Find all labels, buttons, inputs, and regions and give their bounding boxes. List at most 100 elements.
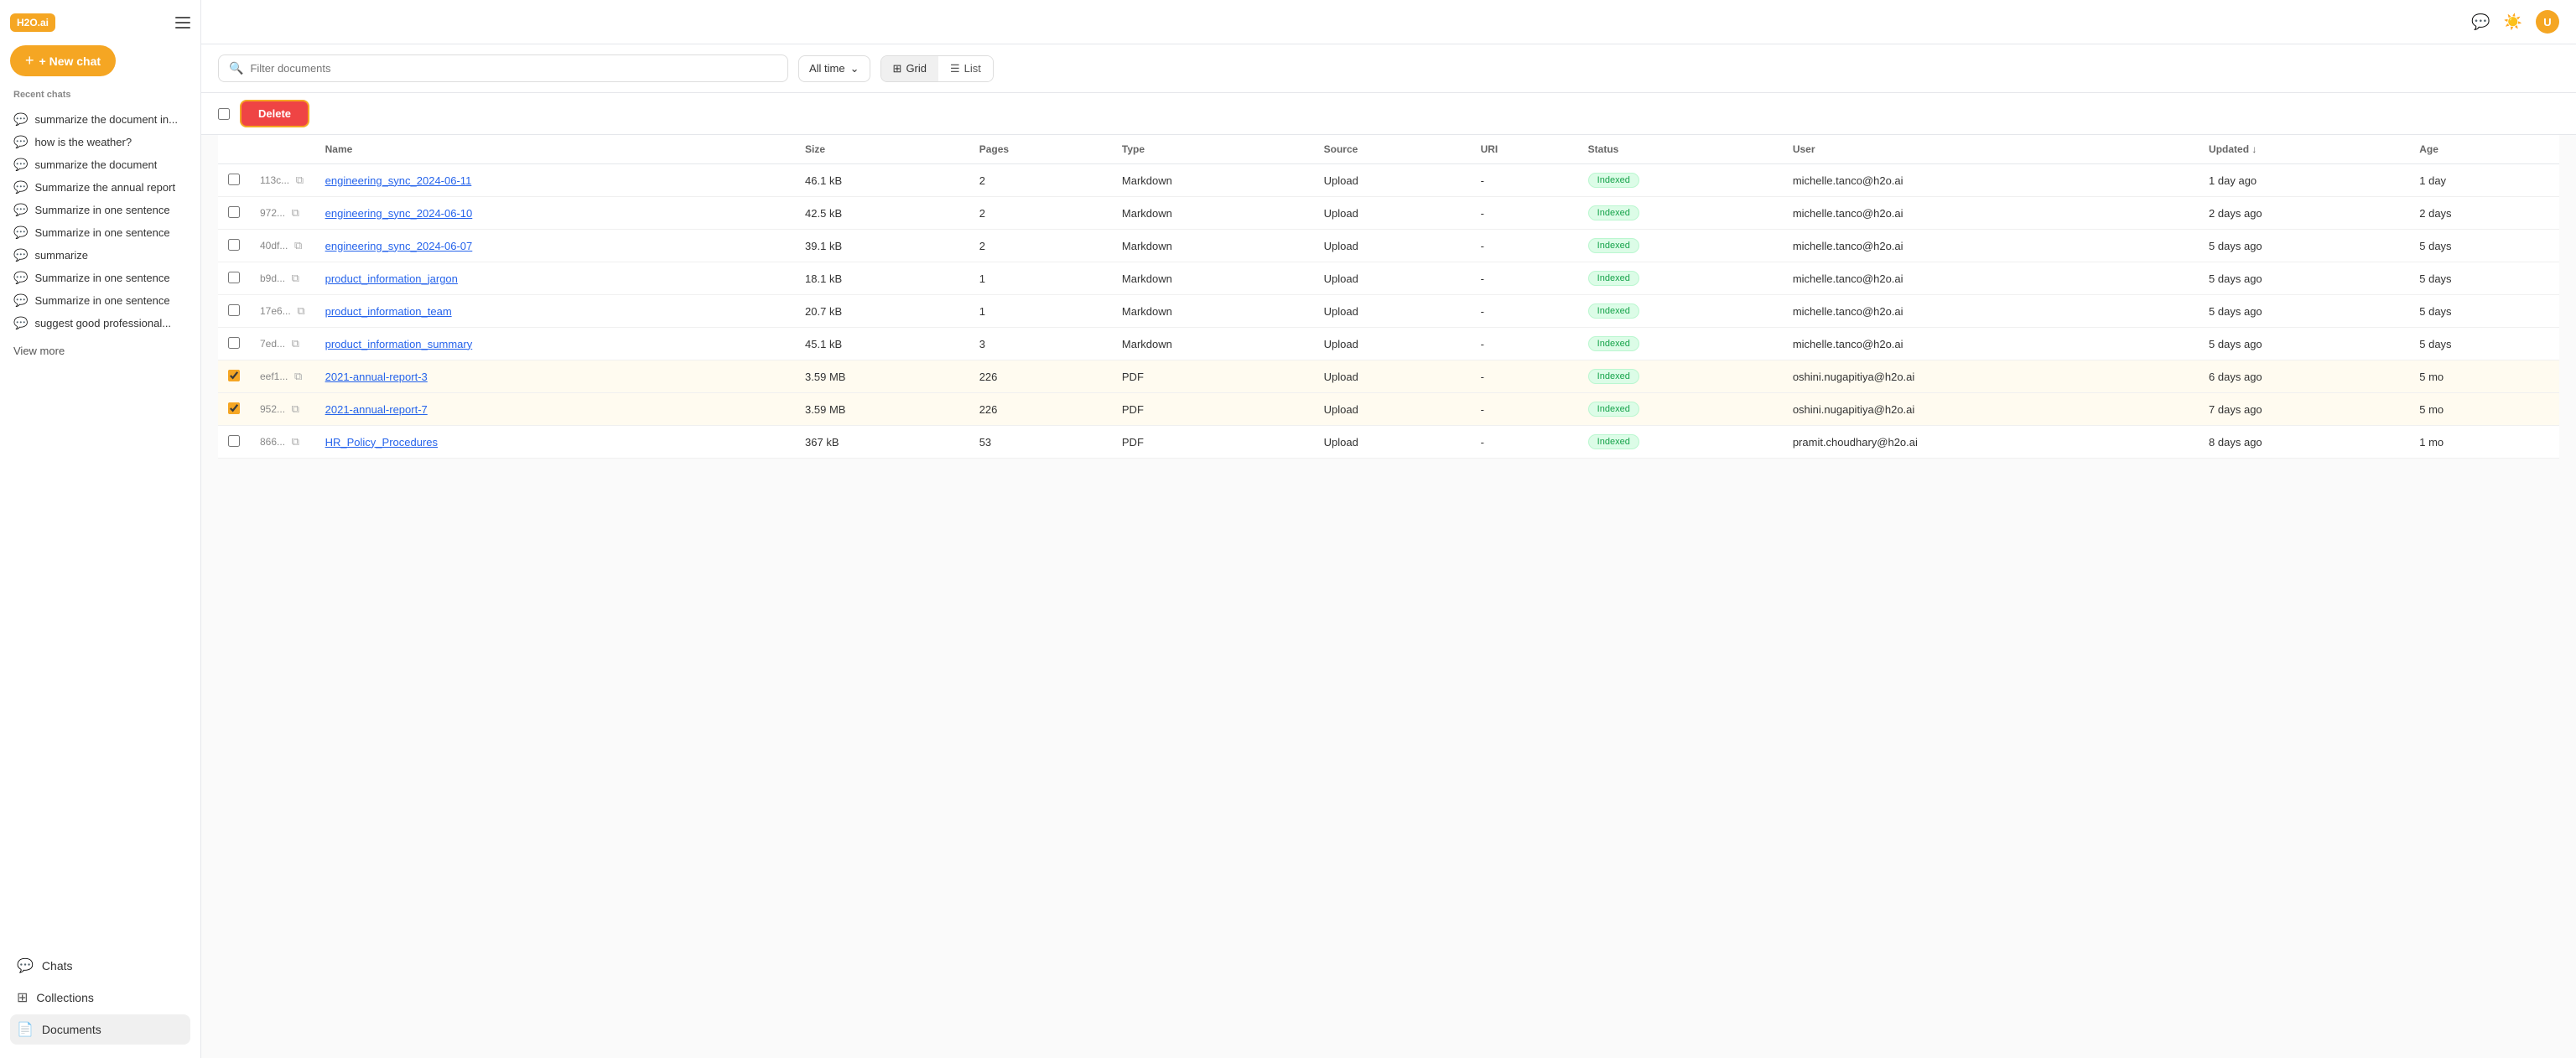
row-status-cell: Indexed (1578, 426, 1783, 459)
chat-item-7[interactable]: 💬summarize (10, 244, 190, 267)
row-checkbox-cell (218, 295, 250, 328)
row-status-cell: Indexed (1578, 328, 1783, 360)
row-id-cell: 40df... ⧉ (250, 230, 315, 262)
row-source-cell: Upload (1314, 360, 1471, 393)
copy-icon[interactable]: ⧉ (294, 239, 302, 252)
row-age-cell: 1 day (2409, 164, 2559, 197)
doc-name-link[interactable]: product_information_team (325, 305, 452, 318)
row-checkbox-6[interactable] (228, 370, 240, 381)
copy-icon[interactable]: ⧉ (292, 206, 299, 219)
chat-item-label: summarize the document in... (34, 113, 178, 126)
status-badge: Indexed (1588, 205, 1639, 220)
select-all-checkbox[interactable] (218, 108, 230, 120)
col-type: Type (1112, 135, 1314, 164)
chat-item-label: Summarize in one sentence (34, 204, 169, 216)
chat-item-6[interactable]: 💬Summarize in one sentence (10, 221, 190, 244)
row-checkbox-4[interactable] (228, 304, 240, 316)
chat-item-9[interactable]: 💬Summarize in one sentence (10, 289, 190, 312)
copy-icon[interactable]: ⧉ (292, 402, 299, 415)
settings-icon[interactable]: ☀️ (2504, 13, 2522, 31)
row-id-cell: 972... ⧉ (250, 197, 315, 230)
chat-item-4[interactable]: 💬Summarize the annual report (10, 176, 190, 199)
user-avatar[interactable]: U (2536, 10, 2559, 34)
row-checkbox-0[interactable] (228, 174, 240, 185)
row-checkbox-cell (218, 230, 250, 262)
chat-item-label: summarize (34, 249, 88, 262)
row-pages-cell: 53 (969, 426, 1112, 459)
hamburger-icon[interactable] (175, 17, 190, 29)
row-age-cell: 5 days (2409, 262, 2559, 295)
table-body: 113c... ⧉ engineering_sync_2024-06-11 46… (218, 164, 2559, 459)
list-view-button[interactable]: ☰ List (938, 56, 993, 81)
col-updated[interactable]: Updated ↓ (2199, 135, 2409, 164)
row-pages-cell: 1 (969, 295, 1112, 328)
chat-item-5[interactable]: 💬Summarize in one sentence (10, 199, 190, 221)
doc-name-link[interactable]: product_information_summary (325, 338, 473, 350)
logo: H2O.ai (10, 13, 55, 32)
chat-item-1[interactable]: 💬summarize the document in... (10, 108, 190, 131)
grid-label: Grid (906, 62, 927, 75)
row-pages-cell: 2 (969, 230, 1112, 262)
new-chat-label: + New chat (39, 54, 101, 68)
chat-bubble-icon: 💬 (13, 316, 28, 330)
sidebar-item-collections[interactable]: ⊞Collections (10, 983, 190, 1013)
row-checkbox-8[interactable] (228, 435, 240, 447)
copy-icon[interactable]: ⧉ (294, 370, 302, 382)
row-checkbox-1[interactable] (228, 206, 240, 218)
copy-icon[interactable]: ⧉ (292, 337, 299, 350)
row-status-cell: Indexed (1578, 197, 1783, 230)
chats-icon: 💬 (17, 957, 34, 974)
chat-item-label: suggest good professional... (34, 317, 171, 329)
chat-item-2[interactable]: 💬how is the weather? (10, 131, 190, 153)
row-user-cell: oshini.nugapitiya@h2o.ai (1783, 360, 2199, 393)
row-type-cell: PDF (1112, 393, 1314, 426)
view-more-link[interactable]: View more (10, 341, 190, 360)
copy-icon[interactable]: ⧉ (292, 435, 299, 448)
copy-icon[interactable]: ⧉ (297, 304, 304, 317)
grid-view-button[interactable]: ⊞ Grid (881, 56, 938, 81)
status-badge: Indexed (1588, 173, 1639, 188)
row-checkbox-2[interactable] (228, 239, 240, 251)
search-icon: 🔍 (229, 61, 243, 75)
row-type-cell: PDF (1112, 426, 1314, 459)
copy-icon[interactable]: ⧉ (292, 272, 299, 284)
row-uri-cell: - (1471, 295, 1578, 328)
row-status-cell: Indexed (1578, 164, 1783, 197)
chat-bubble-icon: 💬 (13, 293, 28, 308)
doc-name-link[interactable]: 2021-annual-report-7 (325, 403, 428, 416)
row-source-cell: Upload (1314, 230, 1471, 262)
row-checkbox-cell (218, 164, 250, 197)
row-checkbox-3[interactable] (228, 272, 240, 283)
collections-icon: ⊞ (17, 989, 28, 1006)
row-name-cell: 2021-annual-report-3 (315, 360, 795, 393)
message-icon[interactable]: 💬 (2471, 13, 2490, 31)
col-checkbox (218, 135, 250, 164)
row-checkbox-5[interactable] (228, 337, 240, 349)
toolbar: 🔍 All time ⌄ ⊞ Grid ☰ List (201, 44, 2576, 93)
row-source-cell: Upload (1314, 164, 1471, 197)
time-filter[interactable]: All time ⌄ (798, 55, 870, 82)
doc-name-link[interactable]: product_information_jargon (325, 272, 458, 285)
delete-button[interactable]: Delete (240, 100, 309, 127)
new-chat-button[interactable]: + + New chat (10, 45, 116, 76)
col-pages: Pages (969, 135, 1112, 164)
doc-name-link[interactable]: 2021-annual-report-3 (325, 371, 428, 383)
doc-name-link[interactable]: engineering_sync_2024-06-07 (325, 240, 473, 252)
chat-item-3[interactable]: 💬summarize the document (10, 153, 190, 176)
doc-name-link[interactable]: HR_Policy_Procedures (325, 436, 438, 449)
sidebar-item-chats[interactable]: 💬Chats (10, 951, 190, 981)
search-input[interactable] (250, 62, 777, 75)
copy-icon[interactable]: ⧉ (296, 174, 304, 186)
chat-item-10[interactable]: 💬 suggest good professional... (10, 312, 190, 335)
doc-name-link[interactable]: engineering_sync_2024-06-11 (325, 174, 472, 187)
row-status-cell: Indexed (1578, 230, 1783, 262)
row-name-cell: HR_Policy_Procedures (315, 426, 795, 459)
row-updated-cell: 5 days ago (2199, 328, 2409, 360)
doc-name-link[interactable]: engineering_sync_2024-06-10 (325, 207, 473, 220)
chat-item-8[interactable]: 💬Summarize in one sentence (10, 267, 190, 289)
row-updated-cell: 6 days ago (2199, 360, 2409, 393)
sidebar-item-documents[interactable]: 📄Documents (10, 1014, 190, 1045)
row-status-cell: Indexed (1578, 393, 1783, 426)
row-checkbox-7[interactable] (228, 402, 240, 414)
col-uri: URI (1471, 135, 1578, 164)
